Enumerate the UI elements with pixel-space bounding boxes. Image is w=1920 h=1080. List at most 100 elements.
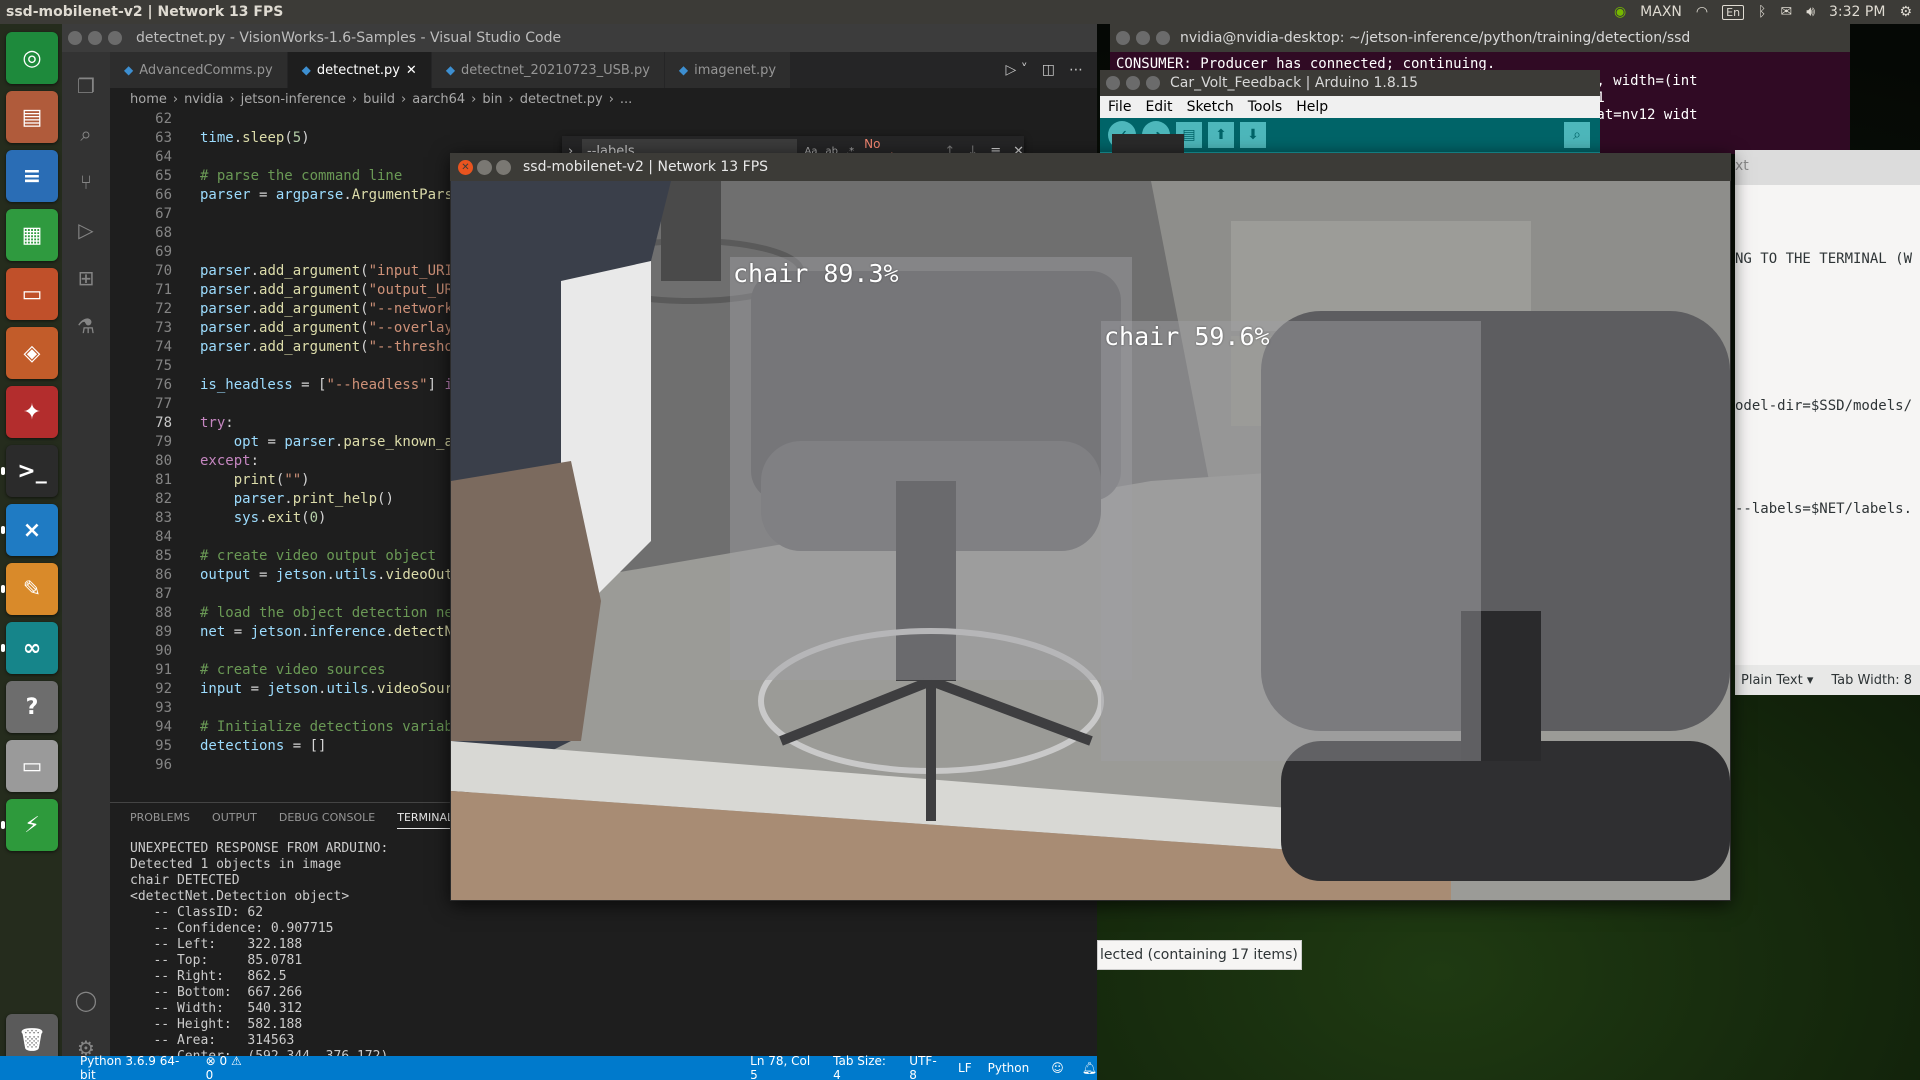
panel-tab-output[interactable]: OUTPUT <box>212 811 257 829</box>
arduino-menu-sketch[interactable]: Sketch <box>1187 99 1234 115</box>
settings-gear-icon[interactable]: ⚙ <box>1899 4 1912 20</box>
close-icon[interactable] <box>68 31 82 45</box>
tab-width-selector[interactable]: Tab Width: 8 <box>1831 673 1912 688</box>
detection-titlebar[interactable]: ✕ ssd-mobilenet-v2 | Network 13 FPS <box>450 153 1731 181</box>
launcher-help-icon[interactable]: ? <box>6 681 58 733</box>
line-number: 83 <box>155 510 172 526</box>
detection-window[interactable]: ✕ ssd-mobilenet-v2 | Network 13 FPS chai… <box>450 153 1731 901</box>
launcher-writer-icon[interactable]: ≡ <box>6 150 58 202</box>
minimize-icon[interactable] <box>1126 76 1140 90</box>
breadcrumb-item[interactable]: bin <box>482 92 502 107</box>
minimize-icon[interactable] <box>1136 31 1150 45</box>
arduino-titlebar[interactable]: Car_Volt_Feedback | Arduino 1.8.15 <box>1100 70 1600 96</box>
launcher-vscode-icon[interactable]: ⨯ <box>6 504 58 556</box>
run-icon[interactable]: ▷ ˅ <box>1006 62 1028 78</box>
launcher-system-settings-icon[interactable]: ✦ <box>6 386 58 438</box>
panel-tab-problems[interactable]: PROBLEMS <box>130 811 190 829</box>
nvidia-icon[interactable]: ◉ <box>1614 4 1626 20</box>
launcher-calc-icon[interactable]: ▦ <box>6 209 58 261</box>
vscode-titlebar[interactable]: detectnet.py - VisionWorks-1.6-Samples -… <box>62 24 1097 52</box>
extensions-icon[interactable]: ⊞ <box>74 266 98 290</box>
run-debug-icon[interactable]: ▷ <box>74 218 98 242</box>
open-sketch-icon[interactable]: ⬆ <box>1208 122 1234 148</box>
breadcrumb-item[interactable]: build <box>363 92 395 107</box>
search-icon[interactable]: ⌕ <box>74 122 98 146</box>
launcher-usb-icon[interactable]: ⚡ <box>6 799 58 851</box>
chevron-right-icon: › <box>401 91 407 107</box>
launcher-files-icon[interactable]: ▤ <box>6 91 58 143</box>
tab-detectnet-20210723-usb-py[interactable]: ◆ detectnet_20210723_USB.py <box>431 52 665 88</box>
feedback-icon[interactable]: ☺ <box>1051 1061 1064 1075</box>
breadcrumb-item[interactable]: home <box>130 92 167 107</box>
wifi-icon[interactable]: ◠ <box>1696 4 1708 20</box>
tab-label: detectnet.py <box>316 62 400 78</box>
clock[interactable]: 3:32 PM <box>1829 4 1885 20</box>
split-editor-icon[interactable]: ◫ <box>1042 62 1055 78</box>
tab-detectnet-py[interactable]: ◆ detectnet.py ✕ <box>287 52 432 88</box>
detection-title: ssd-mobilenet-v2 | Network 13 FPS <box>523 159 769 175</box>
line-number: 85 <box>155 548 172 564</box>
more-actions-icon[interactable]: ⋯ <box>1069 62 1083 78</box>
tab-advancedcomms-py[interactable]: ◆ AdvancedComms.py <box>110 52 288 88</box>
launcher-impress-icon[interactable]: ▭ <box>6 268 58 320</box>
arduino-menu-file[interactable]: File <box>1108 99 1131 115</box>
breadcrumb-item[interactable]: aarch64 <box>412 92 465 107</box>
chevron-right-icon: › <box>229 91 235 107</box>
launcher-dash-home-icon[interactable]: ◎ <box>6 32 58 84</box>
end-of-line[interactable]: LF <box>958 1061 972 1075</box>
testing-icon[interactable]: ⚗ <box>74 314 98 338</box>
problems-count[interactable]: ⊗ 0 ⚠ 0 <box>206 1054 251 1080</box>
code-line[interactable]: 62 <box>110 110 1097 129</box>
line-number: 71 <box>155 282 172 298</box>
tab-size[interactable]: Tab Size: 4 <box>833 1054 893 1080</box>
integrated-terminal[interactable]: UNEXPECTED RESPONSE FROM ARDUINO: Detecte… <box>130 841 388 1080</box>
notifications-icon[interactable]: 🔔︎ <box>1082 1061 1097 1075</box>
launcher-drive-icon[interactable]: ▭ <box>6 740 58 792</box>
close-icon[interactable]: ✕ <box>458 159 473 175</box>
close-tab-icon[interactable]: ✕ <box>406 63 417 78</box>
maximize-icon[interactable] <box>1156 31 1170 45</box>
save-sketch-icon[interactable]: ⬇ <box>1240 122 1266 148</box>
keyboard-layout[interactable]: En <box>1722 4 1745 20</box>
bluetooth-icon[interactable]: ᛒ <box>1758 4 1766 20</box>
mail-icon[interactable]: ✉ <box>1780 4 1792 20</box>
line-number: 70 <box>155 263 172 279</box>
panel-tab-debug-console[interactable]: DEBUG CONSOLE <box>279 811 375 829</box>
breadcrumb-item[interactable]: nvidia <box>184 92 223 107</box>
minimize-icon[interactable] <box>88 31 102 45</box>
breadcrumb-item[interactable]: detectnet.py <box>520 92 603 107</box>
terminal-titlebar[interactable]: nvidia@nvidia-desktop: ~/jetson-inferenc… <box>1110 24 1850 52</box>
close-icon[interactable] <box>1116 31 1130 45</box>
panel-tab-terminal[interactable]: TERMINAL <box>397 811 454 829</box>
minimize-icon[interactable] <box>477 159 492 175</box>
cursor-position[interactable]: Ln 78, Col 5 <box>750 1054 817 1080</box>
language-selector[interactable]: Plain Text ▾ <box>1741 673 1813 688</box>
account-icon[interactable]: ◯ <box>74 988 98 1012</box>
power-mode[interactable]: MAXN <box>1640 4 1682 20</box>
file-encoding[interactable]: UTF-8 <box>909 1054 942 1080</box>
arduino-menu-tools[interactable]: Tools <box>1248 99 1283 115</box>
line-number: 75 <box>155 358 172 374</box>
close-icon[interactable] <box>1106 76 1120 90</box>
tab-imagenet-py[interactable]: ◆ imagenet.py <box>664 52 792 88</box>
maximize-icon[interactable] <box>108 31 122 45</box>
volume-icon[interactable]: 🔊︎ <box>1806 4 1815 20</box>
language-mode[interactable]: Python <box>988 1061 1030 1075</box>
launcher-software-center-icon[interactable]: ◈ <box>6 327 58 379</box>
launcher-terminal-icon[interactable]: >_ <box>6 445 58 497</box>
text-editor-window[interactable]: NG TO THE TERMINAL (W odel-dir=$SSD/model… <box>1735 185 1920 695</box>
source-control-icon[interactable]: ⑂ <box>74 170 98 194</box>
python-file-icon: ◆ <box>301 63 311 77</box>
python-interpreter[interactable]: Python 3.6.9 64-bit <box>80 1054 188 1080</box>
breadcrumb-item[interactable]: jetson-inference <box>241 92 346 107</box>
arduino-menu-help[interactable]: Help <box>1296 99 1328 115</box>
active-window-title: ssd-mobilenet-v2 | Network 13 FPS <box>6 4 284 20</box>
maximize-icon[interactable] <box>496 159 511 175</box>
breadcrumb-item[interactable]: ... <box>620 92 632 107</box>
launcher-text-editor-icon[interactable]: ✎ <box>6 563 58 615</box>
maximize-icon[interactable] <box>1146 76 1160 90</box>
arduino-menu-edit[interactable]: Edit <box>1145 99 1172 115</box>
launcher-arduino-icon[interactable]: ∞ <box>6 622 58 674</box>
explorer-icon[interactable]: ❐ <box>74 74 98 98</box>
serial-monitor-icon[interactable]: ⌕ <box>1564 122 1590 148</box>
